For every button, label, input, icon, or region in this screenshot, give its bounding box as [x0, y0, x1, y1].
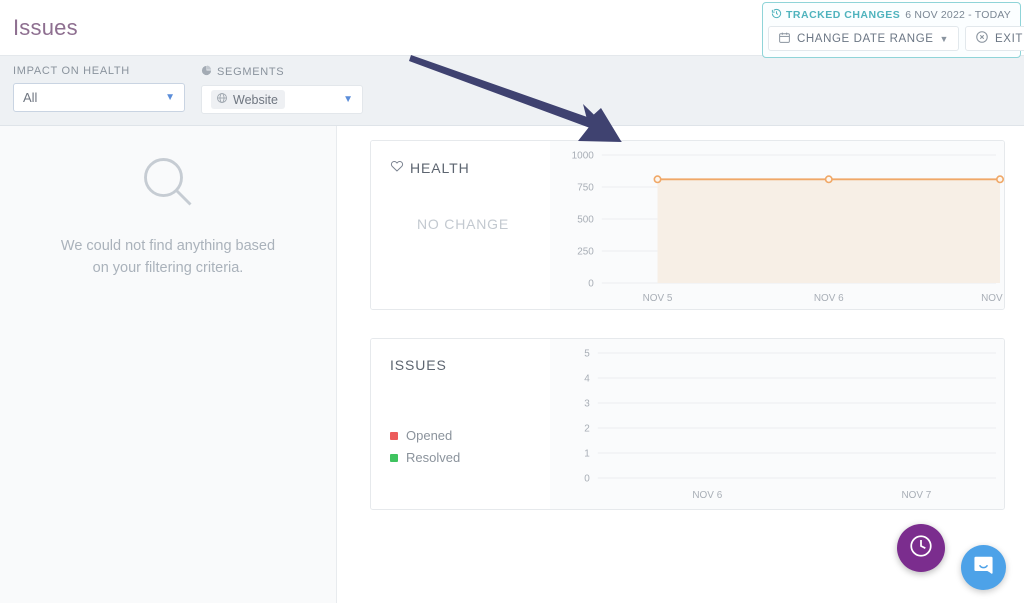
history-fab[interactable]	[897, 524, 945, 572]
health-card-title: HEALTH	[410, 159, 470, 176]
empty-state-line-1: We could not find anything based	[60, 238, 276, 254]
legend-label-opened: Opened	[406, 428, 453, 443]
svg-text:1: 1	[584, 448, 590, 459]
svg-text:0: 0	[588, 278, 594, 289]
health-card-info: HEALTH NO CHANGE	[371, 141, 550, 309]
close-circle-icon	[975, 30, 989, 47]
exit-label: EXIT	[995, 32, 1023, 45]
heart-icon	[390, 159, 404, 176]
health-chart-svg: 1000 750 500 250 0 NOV 5 NOV 6 NOV	[572, 150, 1004, 304]
issues-list-pane: We could not find anything based on your…	[0, 126, 337, 603]
app-root: Issues TRACKED CHANGES 6 NOV 2022 - TODA…	[0, 0, 1024, 604]
tracked-changes-header: TRACKED CHANGES 6 NOV 2022 - TODAY	[768, 7, 1015, 26]
impact-on-health-select[interactable]: All ▼	[13, 83, 185, 112]
filter-bar: IMPACT ON HEALTH All ▼ SEGMENTS Website …	[0, 55, 1024, 126]
impact-on-health-label: IMPACT ON HEALTH	[13, 65, 130, 77]
health-card-subtitle: NO CHANGE	[417, 215, 509, 232]
issues-chart-svg: 5 4 3 2 1 0 NOV 6 NOV 7	[584, 348, 997, 501]
segments-select[interactable]: Website ▼	[201, 85, 363, 114]
impact-on-health-value: All	[23, 90, 38, 105]
svg-text:500: 500	[577, 214, 594, 225]
svg-text:NOV 7: NOV 7	[981, 293, 1004, 304]
legend-label-resolved: Resolved	[406, 450, 461, 465]
health-card-title-group: HEALTH	[390, 159, 550, 176]
globe-icon	[216, 92, 228, 107]
filter-impact-on-health: IMPACT ON HEALTH All ▼	[13, 65, 185, 112]
search-magnifier-icon	[138, 152, 198, 217]
svg-text:NOV 6: NOV 6	[692, 490, 722, 501]
exit-button[interactable]: EXIT	[965, 26, 1024, 51]
issues-chart[interactable]: 5 4 3 2 1 0 NOV 6 NOV 7	[550, 339, 1004, 509]
chevron-down-icon: ▼	[939, 33, 950, 44]
svg-text:0: 0	[584, 473, 590, 484]
issues-card: ISSUES Opened Resolved 5 4 3 2 1 0 NOV 6…	[370, 338, 1005, 510]
chevron-down-icon: ▼	[165, 92, 175, 103]
svg-text:NOV 6: NOV 6	[814, 293, 844, 304]
chevron-down-icon: ▼	[343, 94, 353, 105]
tracked-changes-buttons: CHANGE DATE RANGE ▼ EXIT	[768, 26, 1024, 51]
calendar-icon	[778, 31, 791, 47]
svg-text:2: 2	[584, 423, 590, 434]
segments-label: SEGMENTS	[217, 66, 285, 78]
empty-state-line-2: on your filtering criteria.	[92, 260, 244, 277]
issues-card-info: ISSUES Opened Resolved	[371, 339, 550, 509]
svg-text:NOV 5: NOV 5	[643, 293, 673, 304]
svg-text:3: 3	[584, 398, 590, 409]
chat-bubble-icon	[971, 553, 996, 583]
legend-dot-opened	[390, 431, 398, 440]
svg-text:250: 250	[577, 246, 594, 257]
segments-label-group: SEGMENTS	[201, 65, 363, 79]
page-title: Issues	[13, 14, 78, 40]
clock-icon	[908, 533, 934, 564]
svg-text:NOV 7: NOV 7	[901, 490, 931, 501]
legend-item-opened[interactable]: Opened	[390, 428, 550, 443]
empty-state-message: We could not find anything based on your…	[61, 235, 275, 280]
change-date-range-label: CHANGE DATE RANGE	[797, 32, 934, 45]
filter-segments: SEGMENTS Website ▼	[201, 65, 363, 114]
health-chart[interactable]: 1000 750 500 250 0 NOV 5 NOV 6 NOV	[550, 141, 1004, 309]
legend-dot-resolved	[390, 453, 398, 462]
tracked-changes-date-range: 6 NOV 2022 - TODAY	[905, 9, 1011, 21]
issues-legend: Opened Resolved	[390, 428, 550, 465]
legend-item-resolved[interactable]: Resolved	[390, 450, 550, 465]
segment-chip: Website	[211, 90, 285, 109]
tracked-changes-label: TRACKED CHANGES	[786, 9, 901, 21]
pie-chart-icon	[201, 65, 212, 79]
svg-text:4: 4	[584, 373, 590, 384]
svg-text:5: 5	[584, 348, 590, 359]
change-date-range-button[interactable]: CHANGE DATE RANGE ▼	[768, 26, 960, 51]
segments-value: Website	[233, 92, 278, 107]
tracked-changes-label-group: TRACKED CHANGES	[771, 8, 900, 22]
history-clock-icon	[771, 8, 782, 22]
svg-text:750: 750	[577, 182, 594, 193]
issues-card-title: ISSUES	[390, 357, 447, 373]
health-card: HEALTH NO CHANGE 1000 750 500 250 0 NOV …	[370, 140, 1005, 310]
svg-text:1000: 1000	[572, 150, 595, 161]
tracked-changes-panel: TRACKED CHANGES 6 NOV 2022 - TODAY CHANG…	[762, 2, 1024, 58]
page-body: We could not find anything based on your…	[0, 126, 1024, 603]
chat-fab[interactable]	[961, 545, 1006, 590]
